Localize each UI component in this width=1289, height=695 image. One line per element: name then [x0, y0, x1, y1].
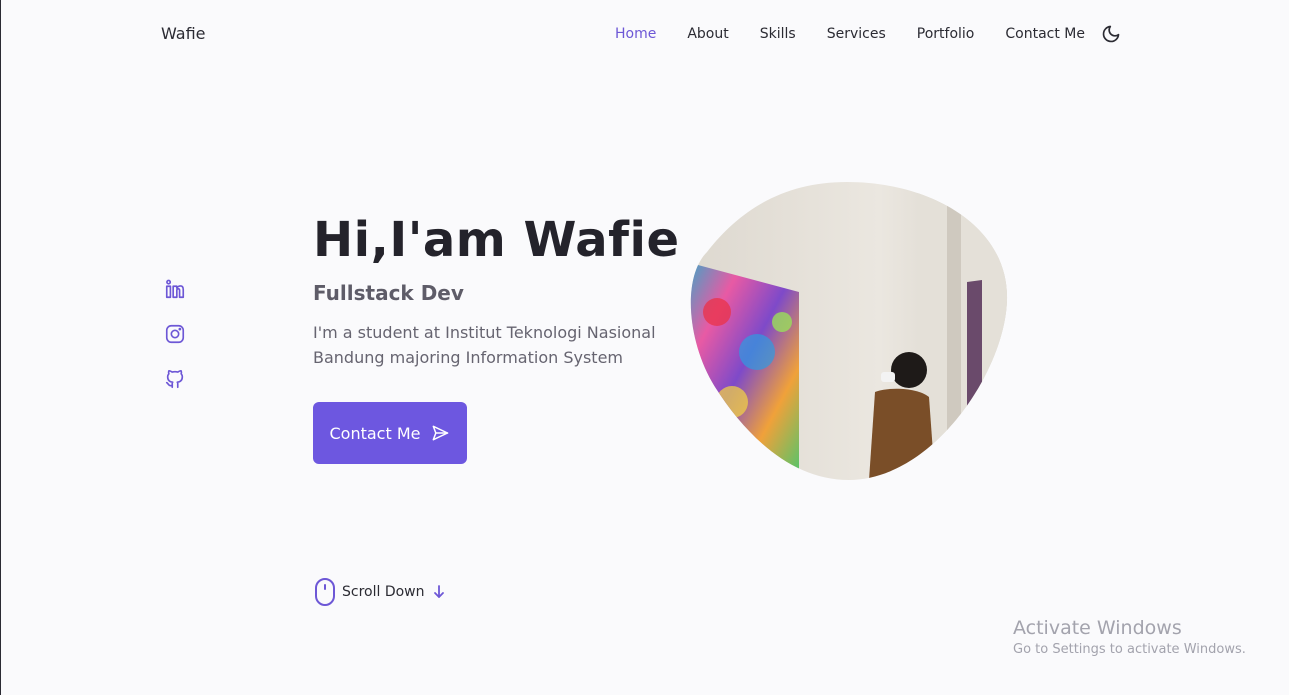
contact-me-button[interactable]: Contact Me	[313, 402, 467, 464]
hero-description: I'm a student at Institut Teknologi Nasi…	[313, 323, 656, 367]
mouse-icon	[314, 577, 336, 607]
social-links	[164, 278, 186, 413]
scroll-down-link[interactable]: Scroll Down	[314, 577, 445, 607]
nav-portfolio[interactable]: Portfolio	[917, 24, 975, 44]
nav-about[interactable]: About	[687, 24, 728, 44]
hero-title: Hi,I'am Wafie	[313, 212, 680, 268]
nav-skills[interactable]: Skills	[760, 24, 796, 44]
nav-services[interactable]: Services	[827, 24, 886, 44]
watermark-subtitle: Go to Settings to activate Windows.	[1013, 642, 1246, 657]
hero-subtitle: Fullstack Dev	[313, 281, 464, 305]
watermark-title: Activate Windows	[1013, 617, 1182, 639]
contact-me-label: Contact Me	[329, 423, 421, 443]
instagram-icon[interactable]	[164, 323, 186, 345]
profile-photo	[690, 182, 1008, 480]
moon-icon[interactable]	[1101, 24, 1121, 44]
main-nav: Home About Skills Services Portfolio Con…	[615, 24, 1121, 44]
linkedin-icon[interactable]	[164, 278, 186, 300]
send-icon	[430, 423, 450, 443]
windows-activation-watermark: Activate Windows Go to Settings to activ…	[1013, 616, 1246, 660]
scroll-down-label: Scroll Down	[342, 584, 425, 600]
nav-contact-me[interactable]: Contact Me	[1005, 24, 1085, 44]
nav-home[interactable]: Home	[615, 24, 656, 44]
github-icon[interactable]	[164, 368, 186, 390]
brand-logo[interactable]: Wafie	[161, 24, 206, 43]
page: Wafie Home About Skills Services Portfol…	[0, 0, 1289, 695]
arrow-down-icon	[433, 585, 445, 599]
